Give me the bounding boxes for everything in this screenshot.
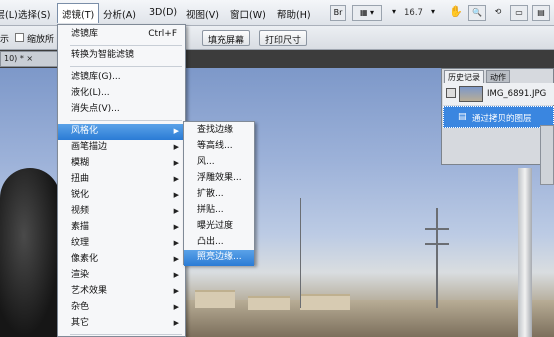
menu-item-glowing-edges[interactable]: 照亮边缘... (184, 250, 254, 266)
filter-menu: 滤镜库 Ctrl+F 转换为智能滤镜 滤镜库(G)... 液化(L)... 消失点… (57, 24, 186, 337)
menu-separator (70, 120, 182, 121)
menu-item-other[interactable]: 其它 ▶ (58, 316, 185, 332)
menu-layer[interactable]: 图层(L) (0, 7, 18, 21)
rotate-view-icon[interactable]: ⟲ (490, 5, 506, 21)
options-prefix: 示 (0, 35, 10, 45)
submenu-arrow-icon: ▶ (173, 223, 179, 231)
print-size-button[interactable]: 打印尺寸 (259, 30, 308, 46)
submenu-arrow-icon: ▶ (173, 159, 179, 167)
menu-item-noise[interactable]: 杂色 ▶ (58, 300, 185, 316)
menu-separator (70, 66, 182, 67)
menu-window[interactable]: 窗口(W) (230, 7, 266, 21)
menu-item-liquify[interactable]: 液化(L)... (58, 86, 185, 102)
menu-item-texture[interactable]: 纹理 ▶ (58, 236, 185, 252)
menu-bar: 图层(L) 选择(S) 滤镜(T) 分析(A) 3D(D) 视图(V) 窗口(W… (0, 0, 554, 26)
layer-state-icon: ▤ (458, 112, 467, 122)
building (300, 294, 350, 310)
stylize-submenu: 查找边缘 等高线... 风... 浮雕效果... 扩散... 拼贴... 曝光过… (183, 121, 255, 266)
menu-item-trace-contour[interactable]: 等高线... (184, 139, 254, 155)
submenu-arrow-icon: ▶ (173, 271, 179, 279)
dark-foreground-object (0, 168, 60, 337)
zoom-all-label: 缩放所 (27, 35, 55, 45)
submenu-arrow-icon: ▶ (173, 127, 179, 135)
submenu-arrow-icon: ▶ (173, 255, 179, 263)
menu-analysis[interactable]: 分析(A) (103, 7, 136, 21)
menu-item-emboss[interactable]: 浮雕效果... (184, 171, 254, 187)
menu-select[interactable]: 选择(S) (18, 7, 50, 21)
history-snapshot[interactable]: IMG_6891.JPG (443, 83, 554, 105)
menu-item-solarize[interactable]: 曝光过度 (184, 219, 254, 235)
menu-item-artistic[interactable]: 艺术效果 ▶ (58, 284, 185, 300)
menu-filter[interactable]: 滤镜(T) (57, 3, 100, 23)
history-brush-icon[interactable] (446, 88, 456, 98)
zoom-tool-icon[interactable]: 🔍 (468, 5, 486, 21)
snapshot-thumbnail (459, 86, 483, 102)
arrange-icon[interactable]: ▾ (388, 5, 400, 21)
menu-item-extrude[interactable]: 凸出... (184, 235, 254, 251)
menu-item-blur[interactable]: 模糊 ▶ (58, 156, 185, 172)
bridge-icon[interactable]: Br (330, 5, 346, 21)
history-state[interactable]: ▤ 通过拷贝的图层 (443, 106, 554, 128)
submenu-arrow-icon: ▶ (173, 207, 179, 215)
menu-item-tiles[interactable]: 拼贴... (184, 203, 254, 219)
screen-mode-icon[interactable]: ▭ (510, 5, 528, 21)
power-line (300, 198, 301, 308)
zoom-level[interactable]: 16.7 (404, 8, 423, 18)
menu-item-diffuse[interactable]: 扩散... (184, 187, 254, 203)
hand-tool-icon[interactable]: ✋ (448, 5, 464, 21)
menu-item-sketch[interactable]: 素描 ▶ (58, 220, 185, 236)
workspace-icon[interactable]: ▤ (532, 5, 550, 21)
menu-view[interactable]: 视图(V) (186, 7, 219, 21)
menu-item-filter-gallery-last[interactable]: 滤镜库 Ctrl+F (58, 27, 185, 43)
menu-3d[interactable]: 3D(D) (149, 7, 177, 18)
submenu-arrow-icon: ▶ (173, 319, 179, 327)
menu-item-brush-strokes[interactable]: 画笔描边 ▶ (58, 140, 185, 156)
submenu-arrow-icon: ▶ (173, 287, 179, 295)
snapshot-label: IMG_6891.JPG (487, 89, 547, 99)
menu-item-distort[interactable]: 扭曲 ▶ (58, 172, 185, 188)
menu-item-pixelate[interactable]: 像素化 ▶ (58, 252, 185, 268)
menu-item-vanishing-point[interactable]: 消失点(V)... (58, 102, 185, 118)
menu-item-sharpen[interactable]: 锐化 ▶ (58, 188, 185, 204)
submenu-arrow-icon: ▶ (173, 303, 179, 311)
panel-dock-strip[interactable] (540, 125, 554, 185)
fill-screen-button[interactable]: 填充屏幕 (202, 30, 251, 46)
tab-actions[interactable]: 动作 (486, 70, 510, 83)
menu-separator (70, 334, 182, 335)
tab-history[interactable]: 历史记录 (444, 70, 484, 83)
menu-item-find-edges[interactable]: 查找边缘 (184, 123, 254, 139)
building (248, 296, 290, 310)
submenu-arrow-icon: ▶ (173, 143, 179, 151)
power-tower (425, 243, 449, 245)
submenu-arrow-icon: ▶ (173, 175, 179, 183)
menu-item-render[interactable]: 渲染 ▶ (58, 268, 185, 284)
menu-item-video[interactable]: 视频 ▶ (58, 204, 185, 220)
submenu-arrow-icon: ▶ (173, 239, 179, 247)
menu-separator (70, 45, 182, 46)
menu-item-filter-gallery[interactable]: 滤镜库(G)... (58, 70, 185, 86)
view-extras-icon[interactable]: ▦ ▾ (352, 5, 382, 21)
submenu-arrow-icon: ▶ (173, 191, 179, 199)
white-pole (518, 168, 532, 337)
menu-item-convert-smart-filter[interactable]: 转换为智能滤镜 (58, 48, 185, 64)
power-tower (436, 208, 438, 308)
history-state-label: 通过拷贝的图层 (472, 114, 532, 124)
menu-item-wind[interactable]: 风... (184, 155, 254, 171)
history-panel: 历史记录 动作 IMG_6891.JPG ▤ 通过拷贝的图层 (441, 68, 554, 165)
menu-item-stylize[interactable]: 风格化 ▶ (58, 124, 185, 140)
building (195, 290, 235, 308)
power-tower (425, 228, 449, 230)
zoom-dropdown-icon[interactable]: ▾ (428, 5, 438, 21)
zoom-all-checkbox[interactable] (15, 33, 24, 42)
menu-help[interactable]: 帮助(H) (277, 7, 311, 21)
